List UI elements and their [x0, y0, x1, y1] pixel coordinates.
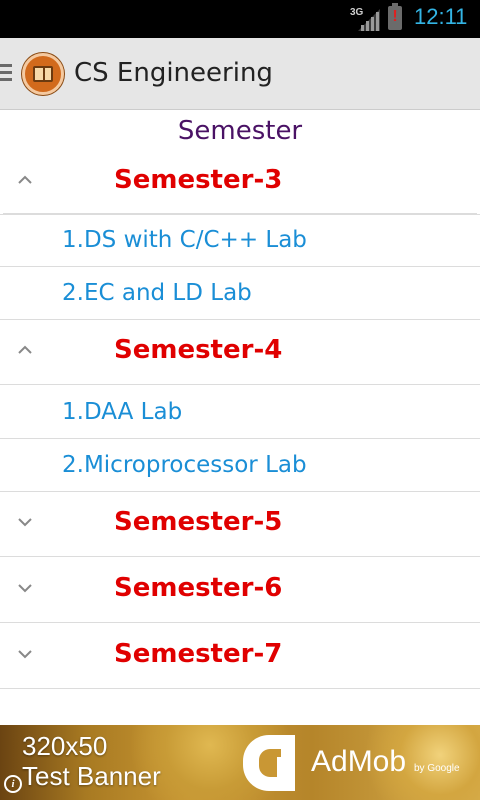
- group-label: Semester-3: [114, 165, 283, 195]
- admob-by-google-label: by Google: [414, 763, 460, 774]
- admob-brand-label: AdMob: [311, 745, 407, 778]
- list-item-microprocessor-lab[interactable]: 2.Microprocessor Lab: [0, 439, 480, 492]
- chevron-down-icon: [18, 650, 32, 659]
- battery-alert-icon: !: [392, 8, 398, 25]
- chevron-up-icon: [18, 175, 32, 184]
- ad-test-text: 320x50 Test Banner: [22, 731, 161, 791]
- signal-strength-icon: [358, 9, 380, 31]
- child-label: 1.DS with C/C++ Lab: [62, 227, 307, 253]
- chevron-down-icon: [18, 518, 32, 527]
- app-logo-book-icon[interactable]: [22, 53, 64, 95]
- action-bar: CS Engineering: [0, 38, 480, 110]
- group-label: Semester-4: [114, 335, 283, 365]
- info-icon[interactable]: i: [4, 775, 22, 793]
- list-item-ds-lab[interactable]: 1.DS with C/C++ Lab: [0, 214, 480, 267]
- status-clock: 12:11: [414, 4, 468, 29]
- group-row-semester-7[interactable]: Semester-7: [0, 625, 480, 689]
- chevron-down-icon: [18, 584, 32, 593]
- group-row-semester-4[interactable]: Semester-4: [0, 321, 480, 385]
- child-label: 2.EC and LD Lab: [62, 280, 252, 306]
- group-row-semester-6[interactable]: Semester-6: [0, 559, 480, 623]
- group-label: Semester-5: [114, 507, 283, 537]
- list-item-daa-lab[interactable]: 1.DAA Lab: [0, 386, 480, 439]
- app-title: CS Engineering: [74, 58, 273, 88]
- drawer-indicator-icon[interactable]: [0, 64, 12, 85]
- child-label: 2.Microprocessor Lab: [62, 452, 307, 478]
- list-item-ec-ld-lab[interactable]: 2.EC and LD Lab: [0, 267, 480, 320]
- group-row-semester-5[interactable]: Semester-5: [0, 493, 480, 557]
- child-label: 1.DAA Lab: [62, 399, 183, 425]
- status-bar: 3G ! 12:11: [0, 0, 480, 38]
- ad-banner[interactable]: 320x50 Test Banner i AdMob by Google: [0, 725, 480, 800]
- ad-size-label: 320x50: [22, 731, 108, 761]
- section-heading: Semester: [177, 116, 303, 146]
- group-label: Semester-6: [114, 573, 283, 603]
- group-row-semester-3[interactable]: Semester-3: [0, 151, 480, 215]
- ad-test-label: Test Banner: [22, 761, 161, 791]
- semester-list: Semester Semester-3 1.DS with C/C++ Lab …: [0, 110, 480, 725]
- admob-logo-icon: [243, 735, 295, 791]
- chevron-up-icon: [18, 345, 32, 354]
- group-label: Semester-7: [114, 639, 283, 669]
